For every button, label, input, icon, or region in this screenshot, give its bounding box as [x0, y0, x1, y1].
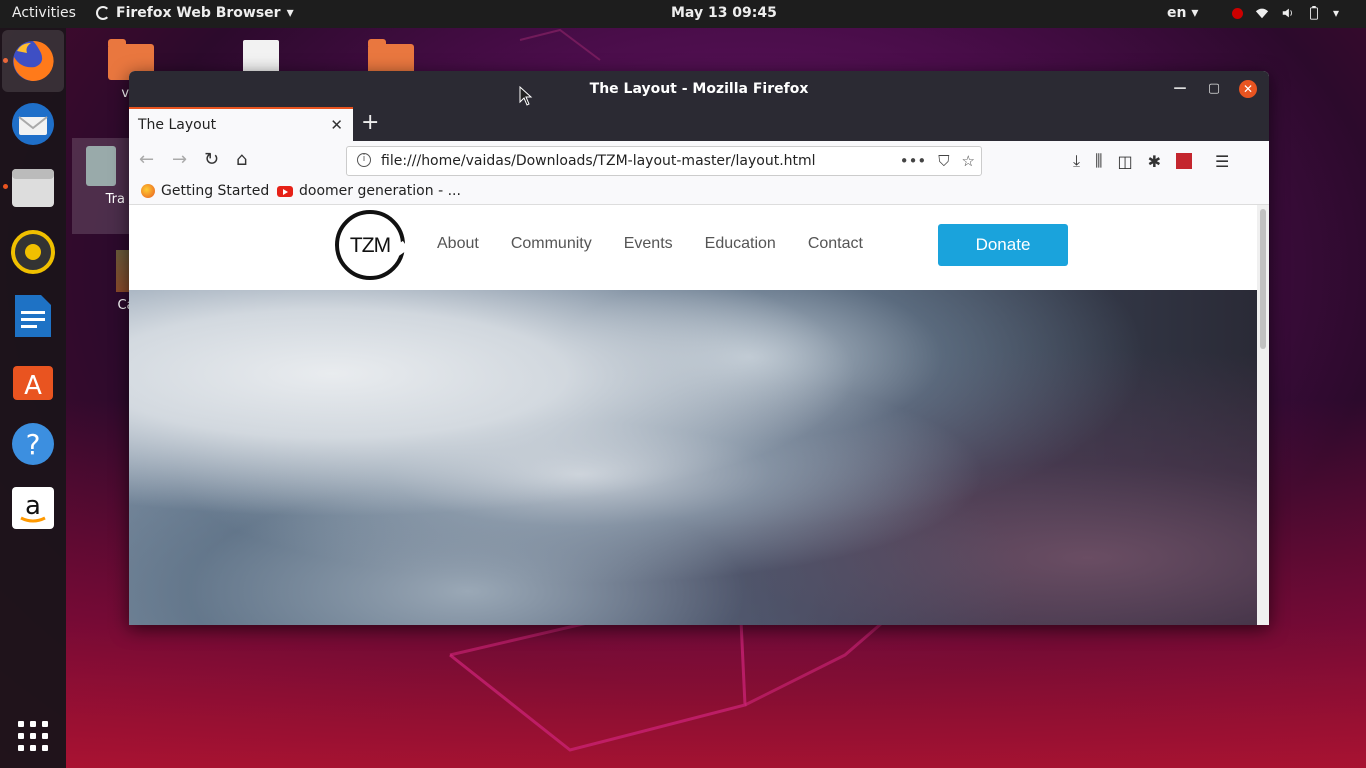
window-title: The Layout - Mozilla Firefox — [589, 81, 809, 97]
show-applications-button[interactable] — [9, 712, 57, 760]
extension-icon[interactable]: ✱ — [1148, 152, 1161, 171]
grid-icon — [18, 721, 48, 751]
volume-icon — [1282, 8, 1292, 18]
site-header: TZM About Community Events Education Con… — [129, 205, 1257, 290]
forward-button[interactable]: → — [172, 150, 187, 170]
reload-button[interactable]: ↻ — [204, 150, 219, 170]
youtube-icon — [277, 185, 293, 197]
bookmark-getting-started[interactable]: Getting Started — [141, 183, 269, 199]
web-page: TZM About Community Events Education Con… — [129, 205, 1269, 625]
dock-files[interactable] — [9, 164, 57, 212]
running-indicator — [3, 184, 8, 189]
dock-firefox[interactable] — [2, 30, 64, 92]
tab-title: The Layout — [138, 117, 217, 133]
hero-cloud-image — [129, 290, 1257, 625]
page-scrollbar[interactable] — [1257, 205, 1269, 625]
dock-software[interactable]: A — [9, 356, 57, 404]
scrollbar-thumb[interactable] — [1260, 209, 1266, 349]
nav-education[interactable]: Education — [705, 235, 776, 253]
nav-community[interactable]: Community — [511, 235, 592, 253]
bookmarks-toolbar: Getting Started doomer generation - ... — [129, 181, 1269, 205]
svg-text:A: A — [24, 371, 42, 401]
battery-icon — [1310, 6, 1318, 20]
dock-help[interactable]: ? — [9, 420, 57, 468]
clock[interactable]: May 13 09:45 — [671, 5, 777, 21]
dock-writer[interactable] — [9, 292, 57, 340]
app-menu[interactable]: Firefox Web Browser ▾ — [96, 5, 294, 21]
tab-strip: The Layout ✕ + — [129, 107, 1269, 141]
pocket-icon[interactable]: ⛉ — [938, 152, 949, 170]
dock: A ? a — [0, 28, 66, 768]
url-bar[interactable]: i file:///home/vaidas/Downloads/TZM-layo… — [346, 146, 982, 176]
firefox-icon — [96, 6, 110, 20]
system-tray[interactable]: ▾ — [1232, 6, 1339, 20]
trash-icon — [85, 146, 116, 186]
nav-about[interactable]: About — [437, 235, 479, 253]
dock-amazon[interactable]: a — [9, 484, 57, 532]
library-icon[interactable]: ⫼ — [1095, 151, 1102, 171]
site-nav: About Community Events Education Contact — [437, 235, 863, 253]
close-button[interactable]: ✕ — [1239, 80, 1257, 98]
tab-the-layout[interactable]: The Layout ✕ — [129, 107, 353, 141]
chevron-down-icon: ▾ — [1333, 6, 1340, 20]
language-label: en — [1167, 5, 1187, 21]
tab-close-icon[interactable]: ✕ — [330, 116, 343, 134]
writer-icon — [15, 295, 51, 337]
firefox-icon — [141, 184, 155, 198]
downloads-icon[interactable]: ⤓ — [1073, 151, 1080, 171]
toolbar-right: ⤓ ⫼ ◫ ✱ ☰ — [1073, 151, 1229, 171]
window-controls: — ▢ ✕ — [1171, 80, 1257, 98]
record-icon — [1232, 7, 1243, 19]
bookmark-star-icon[interactable]: ☆ — [962, 152, 975, 170]
rhythmbox-icon — [11, 230, 55, 274]
menu-icon[interactable]: ☰ — [1215, 152, 1229, 171]
window-titlebar[interactable]: The Layout - Mozilla Firefox — ▢ ✕ — [129, 71, 1269, 107]
bookmark-doomer-generation[interactable]: doomer generation - ... — [277, 183, 461, 199]
activities-button[interactable]: Activities — [12, 5, 76, 21]
logo-text: TZM — [349, 234, 391, 257]
mouse-cursor-icon — [519, 86, 533, 106]
svg-text:?: ? — [26, 428, 41, 461]
language-indicator[interactable]: en ▾ — [1167, 5, 1198, 21]
chevron-down-icon: ▾ — [286, 5, 294, 21]
svg-text:a: a — [25, 491, 41, 521]
software-center-icon: A — [13, 366, 53, 401]
navigation-toolbar: ← → ↻ ⌂ i file:///home/vaidas/Downloads/… — [129, 141, 1269, 181]
dock-rhythmbox[interactable] — [9, 228, 57, 276]
sidebar-icon[interactable]: ◫ — [1117, 152, 1132, 171]
dock-thunderbird[interactable] — [9, 100, 57, 148]
donate-button[interactable]: Donate — [938, 224, 1068, 266]
tzm-logo[interactable]: TZM — [335, 210, 409, 280]
extension-red-icon[interactable] — [1175, 153, 1192, 169]
top-bar: Activities Firefox Web Browser ▾ May 13 … — [0, 0, 1366, 28]
maximize-button[interactable]: ▢ — [1205, 80, 1223, 98]
url-text: file:///home/vaidas/Downloads/TZM-layout… — [381, 153, 816, 169]
bookmark-label: doomer generation - ... — [299, 183, 461, 199]
nav-contact[interactable]: Contact — [808, 235, 863, 253]
nav-events[interactable]: Events — [624, 235, 673, 253]
url-actions: ••• ⛉ ☆ — [900, 152, 975, 170]
help-icon: ? — [12, 423, 54, 465]
app-menu-label: Firefox Web Browser — [116, 5, 281, 21]
bookmark-label: Getting Started — [161, 183, 270, 199]
minimize-button[interactable]: — — [1171, 80, 1189, 98]
firefox-window: The Layout - Mozilla Firefox — ▢ ✕ The L… — [129, 71, 1269, 625]
info-icon[interactable]: i — [357, 153, 371, 167]
files-icon — [12, 169, 54, 207]
thunderbird-icon — [12, 103, 54, 145]
desktop-icon-trash[interactable]: Tra — [72, 138, 129, 234]
back-button[interactable]: ← — [139, 150, 154, 170]
home-button[interactable]: ⌂ — [236, 150, 247, 170]
amazon-icon: a — [12, 487, 54, 529]
new-tab-button[interactable]: + — [361, 111, 379, 135]
desktop-icon-label: Tra — [105, 192, 125, 207]
chevron-down-icon: ▾ — [1191, 5, 1199, 21]
firefox-icon — [13, 40, 54, 81]
wifi-icon — [1255, 8, 1269, 19]
page-actions-icon[interactable]: ••• — [900, 152, 927, 170]
